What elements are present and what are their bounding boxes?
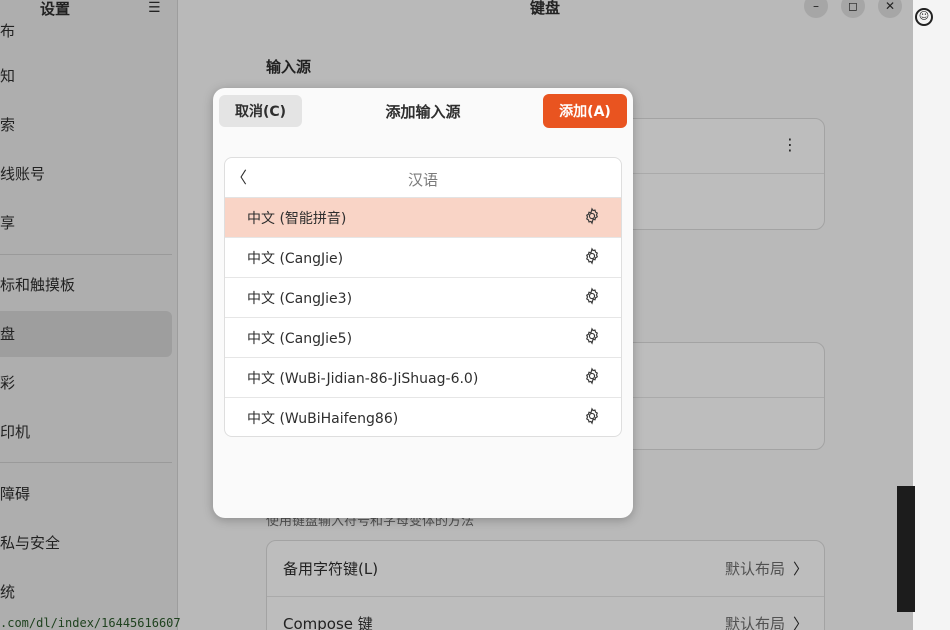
list-item-label: 中文 (WuBiHaifeng86) [247,411,399,427]
list-item[interactable]: 中文 (WuBi-Jidian-86-JiShuag-6.0) [225,358,621,398]
list-item[interactable]: 中文 (CangJie5) [225,318,621,358]
list-header: 〈 汉语 [225,158,621,198]
add-button[interactable]: 添加(A) [543,94,627,128]
background-dark-panel [897,486,915,612]
add-input-source-dialog: 取消(C) 添加输入源 添加(A) 〈 汉语 中文 (智能拼音) 中文 (Cang… [213,88,633,518]
list-item[interactable]: 中文 (WuBiHaifeng86) [225,398,621,436]
background-window-edge [913,0,950,630]
gear-icon[interactable] [583,286,601,309]
user-avatar-icon: ☺ [915,8,933,26]
language-title: 汉语 [407,171,438,189]
gear-icon[interactable] [583,246,601,269]
gear-icon[interactable] [583,366,601,389]
dialog-header: 取消(C) 添加输入源 添加(A) [213,88,633,134]
gear-icon[interactable] [583,407,601,429]
gear-icon[interactable] [583,206,601,229]
list-item[interactable]: 中文 (CangJie3) [225,278,621,318]
list-item-label: 中文 (CangJie) [247,250,344,267]
input-source-list: 〈 汉语 中文 (智能拼音) 中文 (CangJie) 中文 (CangJie3) 中… [224,157,622,437]
list-item-label: 中文 (WuBi-Jidian-86-JiShuag-6.0) [247,370,479,387]
list-item[interactable]: 中文 (智能拼音) [225,198,621,238]
list-item-label: 中文 (CangJie3) [247,290,353,307]
list-item[interactable]: 中文 (CangJie) [225,238,621,278]
list-item-label: 中文 (CangJie5) [247,330,353,347]
list-item-label: 中文 (智能拼音) [247,210,347,227]
cancel-button[interactable]: 取消(C) [219,95,302,127]
gear-icon[interactable] [583,326,601,349]
